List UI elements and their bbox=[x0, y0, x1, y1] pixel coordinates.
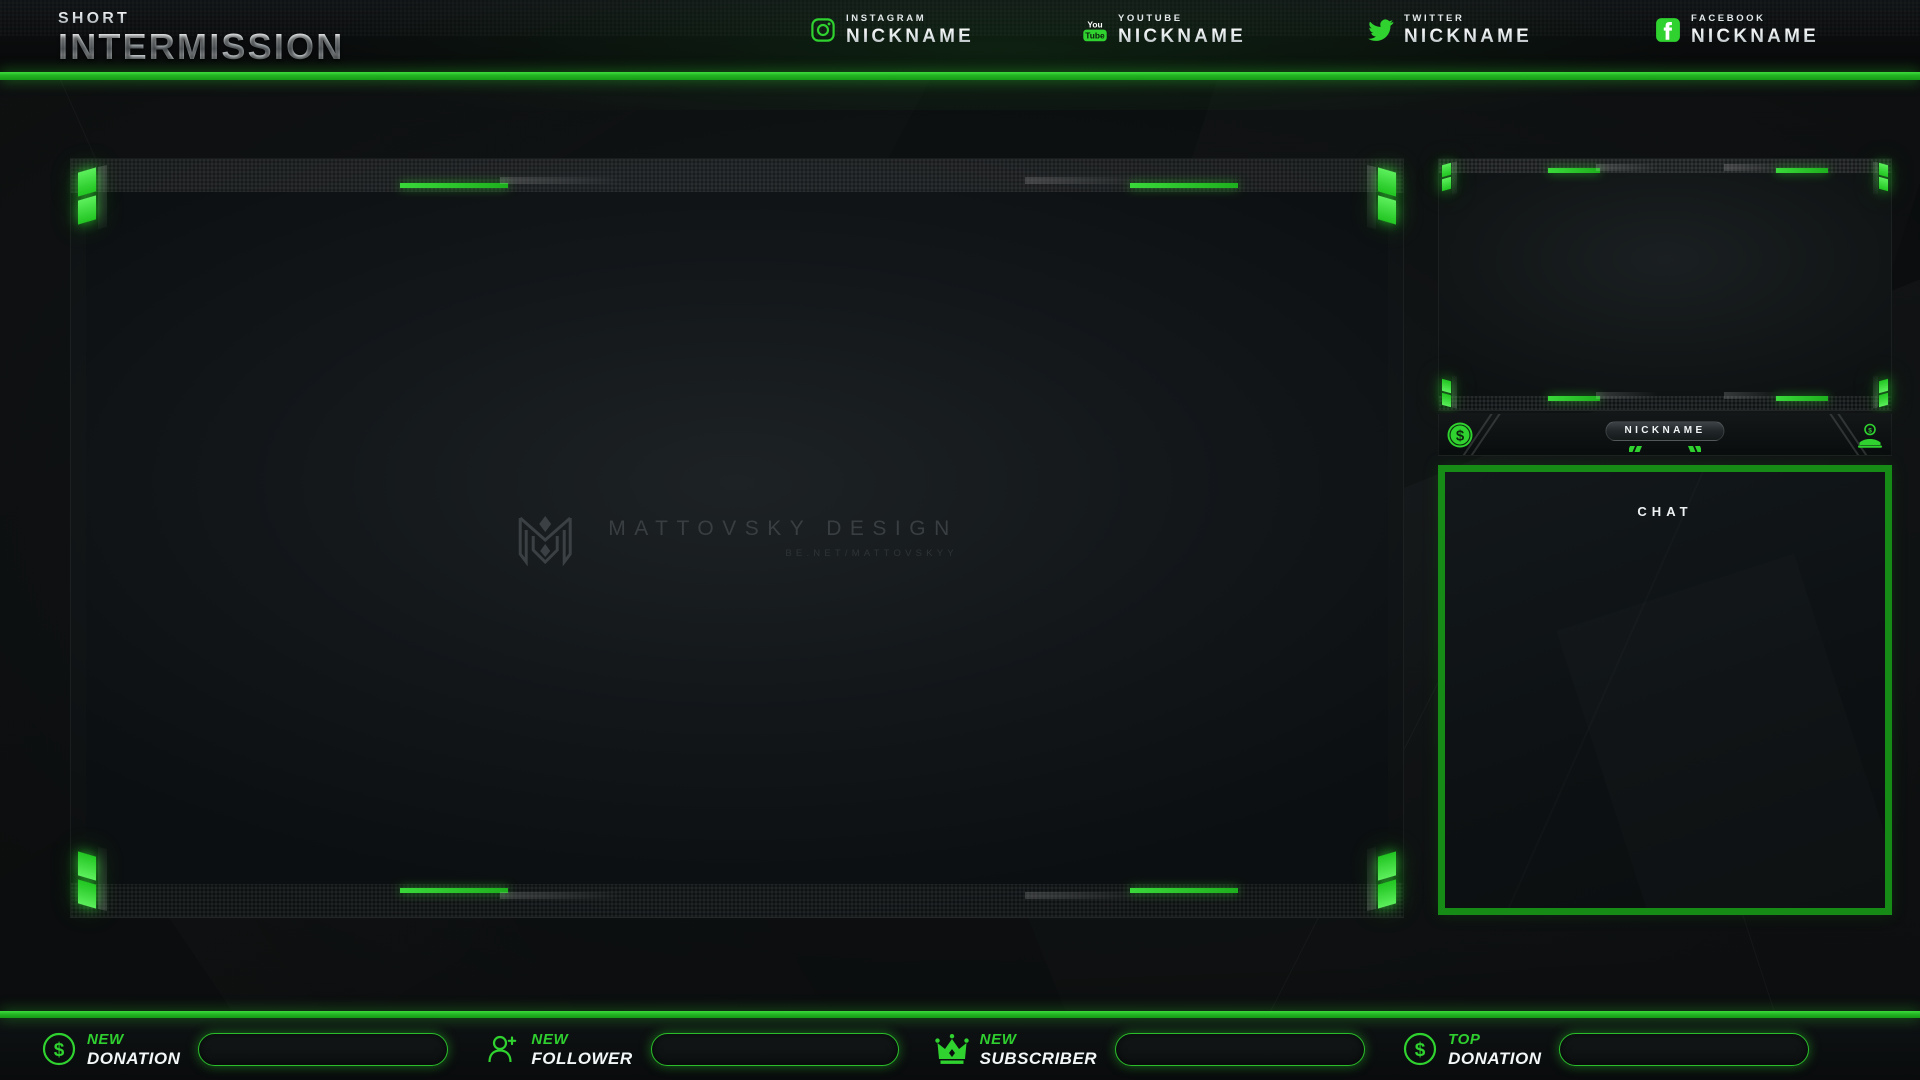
alert-top-donation: $ TOP DONATION bbox=[1403, 1018, 1810, 1080]
alerts-bar: $ NEW DONATION NEW FOLLOWER NEW SUBSCRIB… bbox=[0, 1018, 1920, 1080]
svg-text:You: You bbox=[1087, 19, 1102, 29]
alert-label-top: NEW bbox=[531, 1030, 569, 1048]
designer-watermark: MATTOVSKY DESIGN BE.NET/MATTOVSKYY bbox=[516, 510, 958, 566]
social-platform-label: YOUTUBE bbox=[1118, 13, 1183, 24]
edge-accent-dash bbox=[400, 183, 508, 188]
new-follower-value-field[interactable] bbox=[650, 1032, 899, 1066]
edge-accent-smear bbox=[500, 892, 625, 899]
edge-accent-smear bbox=[1596, 164, 1658, 171]
svg-text:Tube: Tube bbox=[1085, 30, 1105, 40]
user-plus-icon bbox=[488, 1035, 517, 1063]
webcam-info-bar: $ $ NICKNAME bbox=[1438, 413, 1892, 456]
alert-label-top: NEW bbox=[979, 1030, 1017, 1048]
edge-accent-dash bbox=[1548, 396, 1600, 401]
edge-accent-smear bbox=[500, 177, 625, 184]
edge-accent-smear bbox=[1025, 892, 1147, 899]
chevron-accent-icon bbox=[1629, 446, 1642, 452]
corner-accent-bottom-right bbox=[1872, 375, 1890, 409]
edge-accent-dash bbox=[1776, 396, 1828, 401]
alert-new-subscriber: NEW SUBSCRIBER bbox=[934, 1018, 1366, 1080]
chat-messages-area[interactable] bbox=[1445, 472, 1885, 908]
social-nickname: NICKNAME bbox=[1118, 25, 1246, 47]
svg-text:$: $ bbox=[1868, 428, 1872, 435]
chat-panel[interactable]: CHAT bbox=[1438, 465, 1892, 915]
title-main: INTERMISSION bbox=[58, 26, 345, 67]
footer-accent-divider bbox=[0, 1011, 1920, 1018]
header-bar: SHORT INTERMISSION INSTAGRAM NICKNAME Yo… bbox=[0, 0, 1920, 110]
social-facebook[interactable]: FACEBOOK NICKNAME bbox=[1655, 14, 1819, 46]
social-instagram[interactable]: INSTAGRAM NICKNAME bbox=[810, 14, 974, 46]
webcam-panel: $ $ NICKNAME bbox=[1438, 158, 1892, 456]
alert-new-follower: NEW FOLLOWER bbox=[486, 1018, 899, 1080]
chat-title: CHAT bbox=[1637, 504, 1693, 519]
edge-accent-dash bbox=[400, 888, 508, 893]
instagram-icon bbox=[811, 18, 835, 42]
social-platform-label: INSTAGRAM bbox=[846, 13, 927, 24]
corner-accent-bottom-right bbox=[1366, 847, 1400, 911]
social-platform-label: TWITTER bbox=[1404, 13, 1465, 24]
youtube-icon: You Tube bbox=[1083, 19, 1107, 41]
bg-shape bbox=[1556, 554, 1885, 908]
social-platform-label: FACEBOOK bbox=[1691, 13, 1766, 24]
top-donation-value-field[interactable] bbox=[1559, 1032, 1810, 1066]
edge-accent-dash bbox=[1548, 168, 1600, 173]
watermark-title: MATTOVSKY DESIGN bbox=[608, 517, 958, 540]
corner-accent-top-left bbox=[74, 165, 108, 229]
edge-accent-smear bbox=[1025, 177, 1147, 184]
dollar-circle-icon: $ bbox=[1403, 1032, 1437, 1066]
social-twitter[interactable]: TWITTER NICKNAME bbox=[1368, 14, 1532, 46]
social-nickname: NICKNAME bbox=[1404, 25, 1532, 47]
corner-accent-top-left bbox=[1440, 161, 1458, 195]
watermark-subtitle: BE.NET/MATTOVSKYY bbox=[785, 548, 958, 559]
edge-accent-smear bbox=[1724, 164, 1782, 171]
corner-accent-top-right bbox=[1872, 161, 1890, 195]
mattovsky-m-logo bbox=[518, 516, 572, 566]
corner-accent-bottom-left bbox=[74, 847, 108, 911]
social-nickname: NICKNAME bbox=[1691, 25, 1819, 47]
main-screen-frame: MATTOVSKY DESIGN BE.NET/MATTOVSKYY bbox=[70, 158, 1404, 918]
donate-hand-icon[interactable]: $ bbox=[1856, 421, 1884, 449]
alert-label-bottom: FOLLOWER bbox=[531, 1048, 633, 1068]
edge-accent-smear bbox=[1724, 392, 1782, 399]
new-subscriber-value-field[interactable] bbox=[1115, 1032, 1366, 1066]
alert-label-bottom: SUBSCRIBER bbox=[979, 1048, 1098, 1068]
facebook-icon bbox=[1656, 17, 1680, 42]
social-youtube[interactable]: You Tube YOUTUBE NICKNAME bbox=[1082, 14, 1246, 46]
new-donation-value-field[interactable] bbox=[198, 1032, 449, 1066]
corner-accent-bottom-left bbox=[1440, 375, 1458, 409]
page-title: SHORT INTERMISSION bbox=[58, 10, 344, 65]
alert-label-bottom: DONATION bbox=[1448, 1048, 1542, 1068]
webcam-nickname-badge: NICKNAME bbox=[1605, 421, 1725, 441]
webcam-feed-area[interactable] bbox=[1438, 158, 1892, 411]
social-nickname: NICKNAME bbox=[846, 25, 974, 47]
edge-accent-smear bbox=[1596, 392, 1658, 399]
alert-new-donation: $ NEW DONATION bbox=[42, 1018, 449, 1080]
edge-accent-dash bbox=[1776, 168, 1828, 173]
svg-text:$: $ bbox=[1415, 1040, 1426, 1061]
twitter-icon bbox=[1368, 19, 1394, 41]
alert-label-bottom: DONATION bbox=[87, 1048, 181, 1068]
svg-text:$: $ bbox=[1456, 428, 1465, 445]
alert-label-top: TOP bbox=[1448, 1030, 1481, 1048]
crown-icon bbox=[934, 1034, 969, 1064]
dollar-circle-icon[interactable]: $ bbox=[1446, 421, 1474, 449]
chevron-accent-icon bbox=[1688, 446, 1701, 452]
dollar-circle-icon: $ bbox=[42, 1032, 76, 1066]
alert-label-top: NEW bbox=[87, 1030, 124, 1048]
svg-text:$: $ bbox=[54, 1040, 65, 1061]
header-accent-divider bbox=[0, 72, 1920, 80]
corner-accent-top-right bbox=[1366, 165, 1400, 229]
